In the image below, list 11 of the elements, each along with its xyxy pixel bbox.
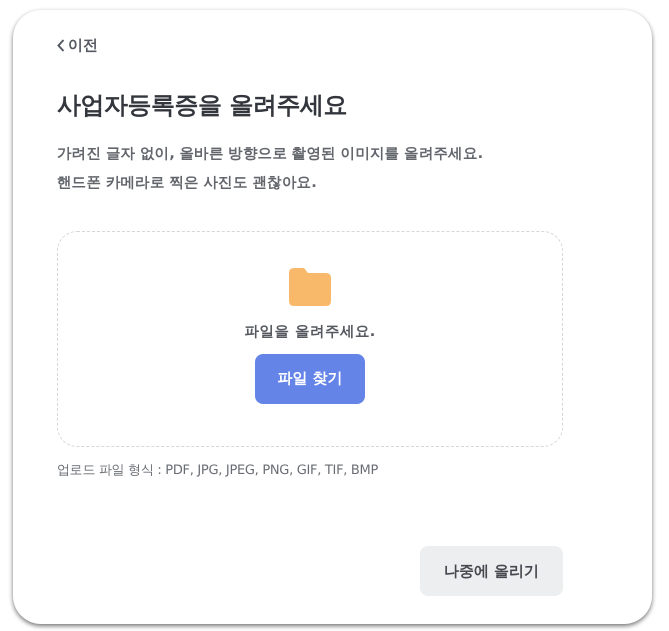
file-dropzone[interactable]: 파일을 올려주세요. 파일 찾기 bbox=[57, 230, 563, 447]
description-text: 가려진 글자 없이, 올바른 방향으로 촬영된 이미지를 올려주세요. bbox=[57, 144, 484, 164]
dropzone-message: 파일을 올려주세요. bbox=[244, 322, 376, 342]
page-title: 사업자등록증을 올려주세요 bbox=[57, 90, 348, 121]
find-file-button[interactable]: 파일 찾기 bbox=[255, 354, 365, 404]
back-link[interactable]: 이전 bbox=[57, 34, 98, 56]
folder-icon bbox=[289, 268, 331, 306]
upload-later-button[interactable]: 나중에 올리기 bbox=[420, 546, 563, 596]
chevron-left-icon bbox=[57, 38, 65, 52]
file-format-note: 업로드 파일 형식 : PDF, JPG, JPEG, PNG, GIF, TIF, BMP bbox=[57, 462, 379, 480]
description-text: 핸드폰 카메라로 찍은 사진도 괜찮아요. bbox=[57, 174, 318, 193]
